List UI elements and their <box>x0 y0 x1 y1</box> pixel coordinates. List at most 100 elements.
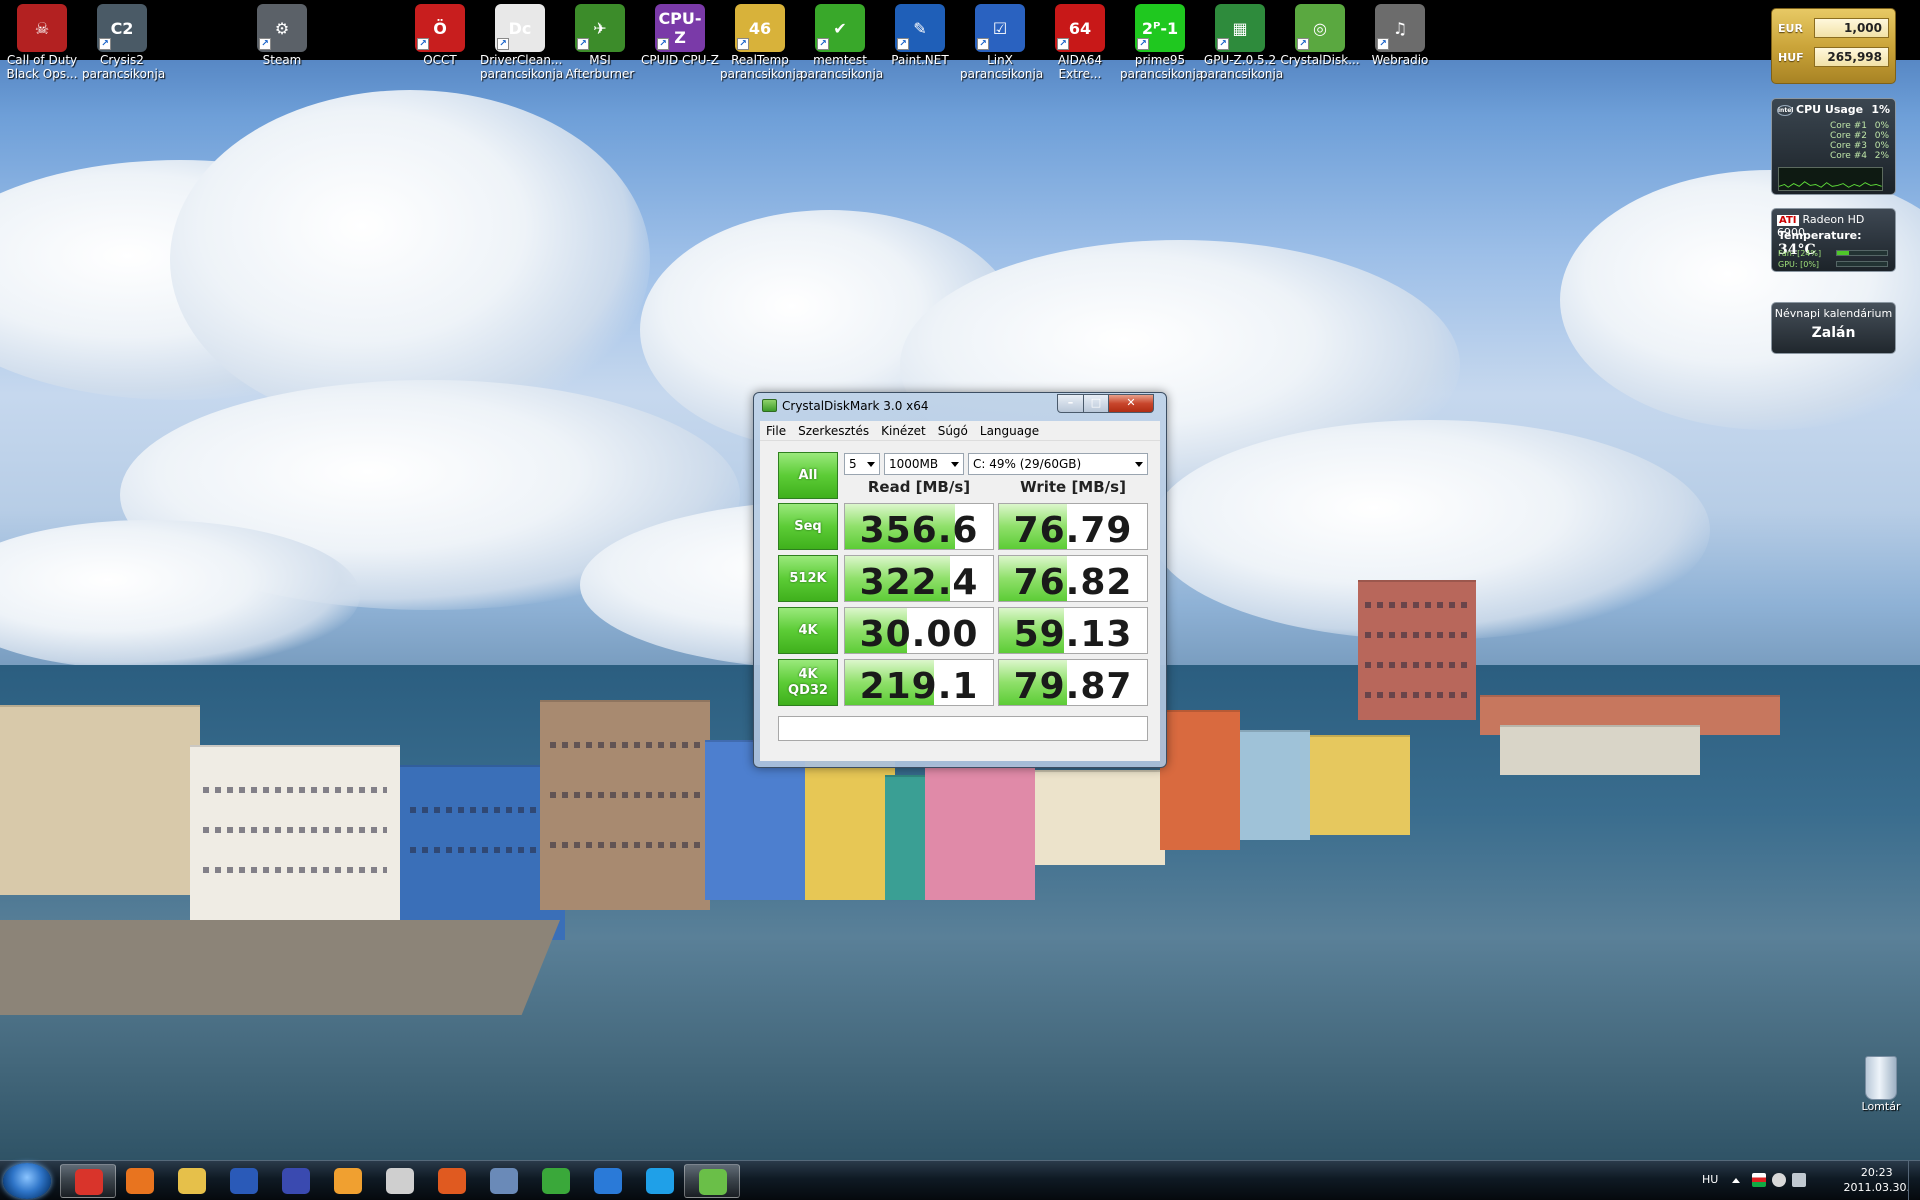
desktop-shortcut-icon[interactable]: ✈ ↗ MSI Afterburner <box>560 4 640 81</box>
4k-write-result: 59.13 <box>998 607 1148 654</box>
desktop-shortcut-icon[interactable]: C2 ↗ Crysis2 parancsikonja <box>82 4 165 81</box>
language-indicator[interactable]: HU <box>1702 1173 1718 1186</box>
clock[interactable]: 20:23 2011.03.30. <box>1844 1165 1910 1195</box>
taskbar-app-button[interactable] <box>60 1164 116 1198</box>
seq-test-button[interactable]: Seq <box>778 503 838 550</box>
taskbar-app-button[interactable] <box>580 1164 636 1198</box>
core-usage-line: Core #1 0% <box>1830 121 1889 131</box>
drive-select[interactable]: C: 49% (29/60GB) <box>968 453 1148 475</box>
close-button[interactable]: ✕ <box>1108 394 1154 413</box>
flag-icon[interactable] <box>1752 1173 1766 1187</box>
desktop-shortcut-icon[interactable]: 64 ↗ AIDA64 Extre... <box>1040 4 1120 81</box>
taskbar-app-button[interactable] <box>632 1164 688 1198</box>
4k-qd32-write-result: 79.87 <box>998 659 1148 706</box>
nameday-calendar-gadget[interactable]: Névnapi kalendárium Zalán <box>1771 302 1896 354</box>
app-icon: C2 ↗ <box>97 4 147 52</box>
desktop-shortcut-icon[interactable]: ⚙ ↗ Steam <box>242 4 322 67</box>
gpu-monitor-gadget[interactable]: ATI Radeon HD 6900 Temperature: 34°C Fan:… <box>1771 208 1896 272</box>
result-value: 79.87 <box>1013 666 1133 706</box>
cpu-usage-gadget[interactable]: intel CPU Usage 1% Core #1 0% Core #2 0% Co… <box>1771 98 1896 195</box>
test-size-select[interactable]: 1000MB <box>884 453 964 475</box>
menu-view[interactable]: Kinézet <box>875 424 932 438</box>
4k-test-button[interactable]: 4K <box>778 607 838 654</box>
desktop-shortcut-icon[interactable]: ◎ ↗ CrystalDisk... <box>1280 4 1360 67</box>
gpu-load-text: GPU: [0%] <box>1778 260 1820 269</box>
menu-language[interactable]: Language <box>974 424 1045 438</box>
network-icon[interactable] <box>1792 1173 1806 1187</box>
shortcut-arrow-icon: ↗ <box>497 38 509 50</box>
menu-file[interactable]: File <box>760 424 792 438</box>
currency-code[interactable]: HUF <box>1778 51 1814 64</box>
currency-row-eur[interactable]: EUR 1,000 <box>1778 17 1889 39</box>
seq-write-result: 76.79 <box>998 503 1148 550</box>
app-icon: ☑ ↗ <box>975 4 1025 52</box>
app-icon: ▦ ↗ <box>1215 4 1265 52</box>
crystaldiskmark-window[interactable]: CrystalDiskMark 3.0 x64 – □ ✕ File Szerk… <box>753 392 1167 768</box>
maximize-button[interactable]: □ <box>1083 394 1109 413</box>
app-icon: Dc ↗ <box>495 4 545 52</box>
desktop-shortcut-icon[interactable]: 2ᴾ-1 ↗ prime95 parancsikonja <box>1120 4 1203 81</box>
start-button[interactable] <box>3 1163 51 1199</box>
desktop-shortcut-icon[interactable]: Dc ↗ DriverClean... parancsikonja <box>480 4 563 81</box>
taskbar-app-button[interactable] <box>320 1164 376 1198</box>
desktop-shortcut-icon[interactable]: ▦ ↗ GPU-Z.0.5.2 parancsikonja <box>1200 4 1283 81</box>
desktop-shortcut-label: MSI Afterburner <box>565 53 635 81</box>
result-value: 76.82 <box>1013 562 1133 602</box>
desktop-shortcut-icon[interactable]: ✔ ↗ memtest parancsikonja <box>800 4 883 81</box>
currency-code[interactable]: EUR <box>1778 22 1814 35</box>
desktop-shortcut-icon[interactable]: ☑ ↗ LinX parancsikonja <box>960 4 1044 81</box>
show-desktop-button[interactable] <box>1908 1161 1920 1200</box>
cpu-total-usage: 1% <box>1871 103 1890 116</box>
app-icon: ✎ ↗ <box>895 4 945 52</box>
benchmark-panel: All 5 1000MB C: 49% (29/60GB) Read [MB/s… <box>760 441 1160 761</box>
4k-qd32-read-result: 219.1 <box>844 659 994 706</box>
taskbar-app-button[interactable] <box>164 1164 220 1198</box>
taskbar-app-button[interactable] <box>684 1164 740 1198</box>
write-column-header: Write [MB/s] <box>1020 478 1126 496</box>
taskbar-app-button[interactable] <box>216 1164 272 1198</box>
recycle-bin-icon[interactable]: Lomtár <box>1846 1056 1916 1113</box>
minimize-button[interactable]: – <box>1057 394 1084 413</box>
taskbar-app-button[interactable] <box>112 1164 168 1198</box>
taskbar-app-button[interactable] <box>528 1164 584 1198</box>
desktop-shortcut-label: LinX parancsikonja <box>960 53 1044 81</box>
clock-date: 2011.03.30. <box>1843 1181 1910 1194</box>
show-hidden-icons-icon[interactable] <box>1732 1178 1740 1183</box>
all-tests-button[interactable]: All <box>778 452 838 499</box>
app-icon: 64 ↗ <box>1055 4 1105 52</box>
taskbar-app-button[interactable] <box>476 1164 532 1198</box>
runs-select[interactable]: 5 <box>844 453 880 475</box>
volume-icon[interactable] <box>1772 1173 1786 1187</box>
fan-speed-text: Fan: [24%] <box>1778 249 1822 258</box>
taskbar-app-button[interactable] <box>424 1164 480 1198</box>
shortcut-arrow-icon: ↗ <box>737 38 749 50</box>
menu-edit[interactable]: Szerkesztés <box>792 424 875 438</box>
taskbar-app-icon <box>282 1168 310 1194</box>
4k-read-result: 30.00 <box>844 607 994 654</box>
taskbar-app-icon <box>438 1168 466 1194</box>
512k-test-button[interactable]: 512K <box>778 555 838 602</box>
nameday-name: Zalán <box>1811 325 1856 341</box>
desktop-shortcut-icon[interactable]: CPU-Z ↗ CPUID CPU-Z <box>640 4 720 67</box>
desktop-shortcut-icon[interactable]: ✎ ↗ Paint.NET <box>880 4 960 67</box>
dropdown-arrow-icon <box>1135 462 1143 467</box>
desktop-shortcut-icon[interactable]: Ö ↗ OCCT <box>400 4 480 67</box>
currency-gadget[interactable]: EUR 1,000 HUF 265,998 <box>1771 8 1896 84</box>
currency-value: 1,000 <box>1814 18 1889 38</box>
desktop-shortcut-icon[interactable]: ☠ Call of Duty Black Ops... <box>2 4 82 81</box>
currency-row-huf[interactable]: HUF 265,998 <box>1778 46 1889 68</box>
seq-read-result: 356.6 <box>844 503 994 550</box>
taskbar-app-button[interactable] <box>372 1164 428 1198</box>
shortcut-arrow-icon: ↗ <box>1217 38 1229 50</box>
desktop-shortcut-icon[interactable]: 46 ↗ RealTemp parancsikonja <box>720 4 803 81</box>
comment-field[interactable] <box>778 716 1148 741</box>
menu-help[interactable]: Súgó <box>932 424 974 438</box>
core-usage-line: Core #4 2% <box>1830 151 1889 161</box>
core-usage-line: Core #3 0% <box>1830 141 1889 151</box>
taskbar-app-icon <box>178 1168 206 1194</box>
shortcut-arrow-icon: ↗ <box>817 38 829 50</box>
taskbar-app-button[interactable] <box>268 1164 324 1198</box>
desktop-shortcut-icon[interactable]: ♫ ↗ Webradio <box>1360 4 1440 67</box>
taskbar-app-icon <box>334 1168 362 1194</box>
4k-qd32-test-button[interactable]: 4K QD32 <box>778 659 838 706</box>
